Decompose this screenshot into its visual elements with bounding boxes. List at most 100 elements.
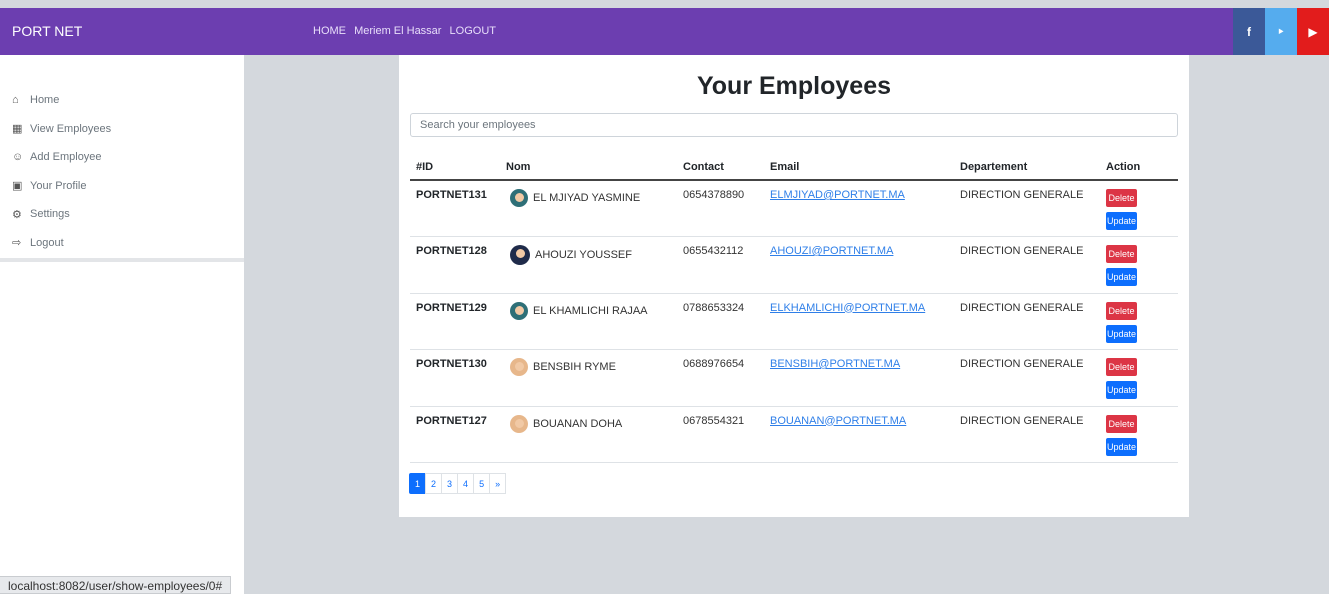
employee-name: AHOUZI YOUSSEF [535, 249, 632, 261]
employee-departement: DIRECTION GENERALE [954, 349, 1100, 407]
page-next-link[interactable]: » [489, 473, 507, 494]
employee-contact: 0688976654 [677, 349, 764, 407]
employee-id: PORTNET128 [410, 236, 500, 294]
home-icon: ⌂ [12, 94, 19, 107]
sidebar-item-add-employee[interactable]: ☺ Add Employee [12, 143, 244, 172]
female-avatar-icon [510, 189, 528, 207]
employee-actions: Delete Update [1100, 236, 1178, 294]
table-row: PORTNET128 AHOUZI YOUSSEF 0655432112 AHO… [410, 236, 1178, 294]
table-row: PORTNET129 EL KHAMLICHI RAJAA 0788653324… [410, 293, 1178, 350]
sidebar-item-label: Logout [30, 236, 64, 249]
update-button[interactable]: Update [1106, 381, 1137, 399]
employee-email-link[interactable]: BOUANAN@PORTNET.MA [770, 415, 906, 427]
brand-logo[interactable]: PORT NET [12, 23, 82, 39]
employee-name: EL MJIYAD YASMINE [533, 192, 641, 204]
twitter-icon[interactable]: ‣ [1265, 8, 1297, 55]
table-row: PORTNET131 EL MJIYAD YASMINE 0654378890 … [410, 180, 1178, 237]
delete-button[interactable]: Delete [1106, 414, 1137, 433]
employee-email-link[interactable]: BENSBIH@PORTNET.MA [770, 358, 900, 370]
page-title: Your Employees [696, 72, 892, 100]
employee-contact: 0654378890 [677, 180, 764, 237]
employees-card: Your Employees #ID Nom Contact Email Dep… [399, 55, 1189, 517]
employee-id: PORTNET129 [410, 293, 500, 350]
employee-name-cell: EL KHAMLICHI RAJAA [500, 293, 677, 350]
column-header-contact: Contact [677, 155, 764, 181]
employee-email-cell: BENSBIH@PORTNET.MA [764, 349, 954, 407]
employee-name: BENSBIH RYME [533, 361, 616, 373]
nav-home-link[interactable]: HOME [313, 25, 346, 37]
employee-actions: Delete Update [1100, 293, 1178, 350]
page-link-2[interactable]: 2 [425, 473, 443, 494]
facebook-icon[interactable]: f [1233, 8, 1265, 55]
employee-email-cell: ELMJIYAD@PORTNET.MA [764, 180, 954, 237]
update-button[interactable]: Update [1106, 212, 1137, 230]
delete-button[interactable]: Delete [1106, 301, 1137, 320]
employee-name-cell: BOUANAN DOHA [500, 406, 677, 463]
table-row: PORTNET127 BOUANAN DOHA 0678554321 BOUAN… [410, 406, 1178, 463]
employee-name-cell: AHOUZI YOUSSEF [500, 236, 677, 294]
delete-button[interactable]: Delete [1106, 358, 1137, 376]
sidebar-item-view-employees[interactable]: ▦ View Employees [12, 115, 244, 144]
delete-button[interactable]: Delete [1106, 189, 1137, 207]
employee-actions: Delete Update [1100, 180, 1178, 237]
employee-email-link[interactable]: ELKHAMLICHI@PORTNET.MA [770, 302, 925, 314]
column-header-departement: Departement [954, 155, 1100, 181]
female-avatar-icon [510, 301, 528, 320]
employee-departement: DIRECTION GENERALE [954, 293, 1100, 350]
person-avatar-icon [510, 358, 528, 376]
id-card-icon: ▦ [12, 123, 23, 136]
employee-actions: Delete Update [1100, 406, 1178, 463]
browser-status-url: localhost:8082/user/show-employees/0# [0, 576, 232, 594]
sidebar-item-home[interactable]: ⌂ Home [12, 86, 244, 115]
employee-contact: 0788653324 [677, 293, 764, 350]
male-avatar-icon [510, 245, 530, 265]
person-avatar-icon [510, 414, 528, 433]
page-link-4[interactable]: 4 [457, 473, 475, 494]
sidebar-item-settings[interactable]: ⚙ Settings [12, 200, 244, 229]
user-plus-icon: ☺ [12, 151, 24, 164]
top-nav-links: HOME Meriem El Hassar LOGOUT [313, 25, 501, 37]
sidebar-item-your-profile[interactable]: ▣ Your Profile [12, 172, 244, 201]
employee-departement: DIRECTION GENERALE [954, 236, 1100, 294]
employee-id: PORTNET131 [410, 180, 500, 237]
employee-name-cell: EL MJIYAD YASMINE [500, 180, 677, 237]
employee-email-link[interactable]: AHOUZI@PORTNET.MA [770, 245, 893, 257]
column-header-nom: Nom [500, 155, 677, 181]
column-header-id: #ID [410, 155, 500, 181]
employee-email-cell: AHOUZI@PORTNET.MA [764, 236, 954, 294]
column-header-action: Action [1100, 155, 1178, 181]
employee-departement: DIRECTION GENERALE [954, 406, 1100, 463]
employee-name: BOUANAN DOHA [533, 417, 623, 430]
pagination: 1 2 3 4 5 » [409, 473, 507, 494]
table-row: PORTNET130 BENSBIH RYME 0688976654 BENSB… [410, 349, 1178, 407]
employee-email-cell: ELKHAMLICHI@PORTNET.MA [764, 293, 954, 350]
page-link-1[interactable]: 1 [409, 473, 427, 494]
page-link-5[interactable]: 5 [473, 473, 491, 494]
employee-departement: DIRECTION GENERALE [954, 180, 1100, 237]
employee-email-cell: BOUANAN@PORTNET.MA [764, 406, 954, 463]
search-input[interactable] [410, 113, 1178, 137]
logout-icon: ⇨ [12, 237, 22, 250]
sidebar-item-label: Your Profile [30, 179, 87, 192]
profile-icon: ▣ [12, 180, 23, 193]
sidebar-item-logout[interactable]: ⇨ Logout [12, 229, 244, 258]
update-button[interactable]: Update [1106, 268, 1137, 286]
employee-id: PORTNET127 [410, 406, 500, 463]
sidebar-item-label: View Employees [30, 122, 112, 135]
delete-button[interactable]: Delete [1106, 245, 1137, 263]
employee-id: PORTNET130 [410, 349, 500, 407]
employee-email-link[interactable]: ELMJIYAD@PORTNET.MA [770, 189, 905, 201]
employees-table: #ID Nom Contact Email Departement Action… [410, 155, 1178, 463]
nav-user-link[interactable]: Meriem El Hassar [354, 25, 441, 37]
column-header-email: Email [764, 155, 954, 181]
top-navbar: PORT NET HOME Meriem El Hassar LOGOUT f … [0, 8, 1329, 55]
youtube-icon[interactable]: ▶ [1297, 8, 1329, 55]
employee-contact: 0678554321 [677, 406, 764, 463]
nav-logout-link[interactable]: LOGOUT [450, 25, 496, 37]
update-button[interactable]: Update [1106, 437, 1137, 456]
update-button[interactable]: Update [1106, 324, 1137, 343]
sidebar-item-label: Add Employee [30, 151, 102, 164]
sidebar-item-label: Settings [30, 208, 70, 221]
sidebar-menu: ⌂ Home ▦ View Employees ☺ Add Employee ▣… [0, 55, 244, 262]
page-link-3[interactable]: 3 [441, 473, 459, 494]
